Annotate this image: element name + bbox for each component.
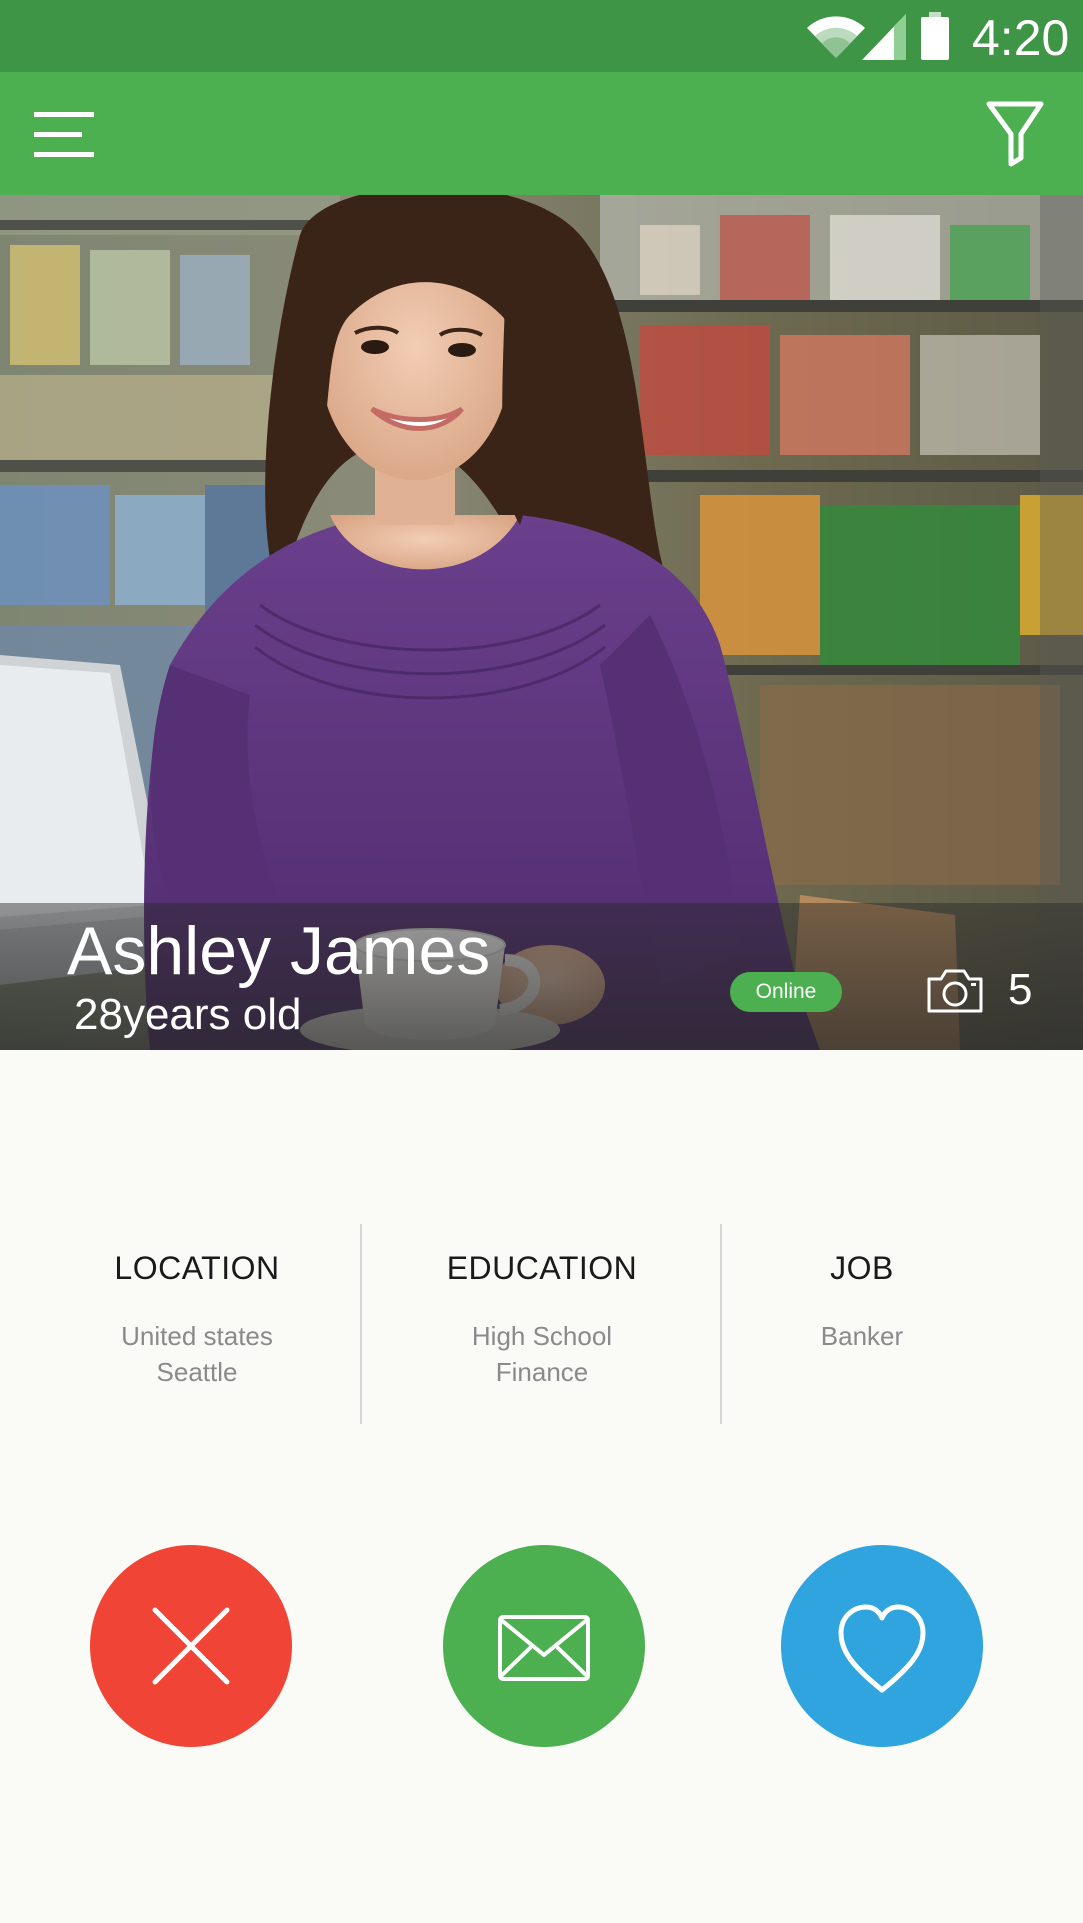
menu-button[interactable] [24,94,104,174]
battery-icon [921,12,949,60]
like-button[interactable] [781,1545,983,1747]
menu-icon [34,112,100,157]
info-title-job: JOB [830,1250,894,1286]
info-title-education: EDUCATION [446,1250,638,1286]
status-bar: 4:20 [0,0,1083,72]
info-value-line: Finance [495,1357,589,1387]
filter-button[interactable] [975,94,1055,174]
heart-icon [838,1604,926,1693]
status-time: 4:20 [972,10,1070,66]
info-value-line: High School [471,1321,613,1351]
info-job: JOB Banker [722,1224,1002,1354]
signal-icon [862,14,906,60]
profile-screen: 4:20 Ashley James 28years old Online 5 L… [0,0,1083,1923]
info-title-location: LOCATION [114,1250,280,1286]
info-education: EDUCATION High School Finance [362,1224,722,1390]
profile-info: LOCATION United states Seattle EDUCATION… [0,1224,1083,1424]
profile-age: 28years old [74,990,302,1039]
photo-count: 5 [1008,965,1033,1014]
info-value-line: United states [121,1321,273,1351]
info-value-line: Seattle [156,1357,238,1387]
close-icon [152,1607,230,1685]
reject-button[interactable] [90,1545,292,1747]
profile-photo[interactable]: Ashley James 28years old Online 5 [0,195,1083,1050]
app-bar [0,72,1083,195]
wifi-icon [807,16,865,58]
info-location: LOCATION United states Seattle [18,1224,376,1390]
filter-icon [986,101,1044,167]
profile-name: Ashley James [67,913,491,989]
camera-icon[interactable] [925,967,985,1015]
message-button[interactable] [443,1545,645,1747]
info-value-job: Banker [722,1318,1002,1354]
info-value-line: Banker [820,1321,904,1351]
envelope-icon [498,1615,590,1681]
info-value-location: United states Seattle [18,1318,376,1390]
info-value-education: High School Finance [362,1318,722,1390]
online-status-badge: Online [730,972,842,1012]
